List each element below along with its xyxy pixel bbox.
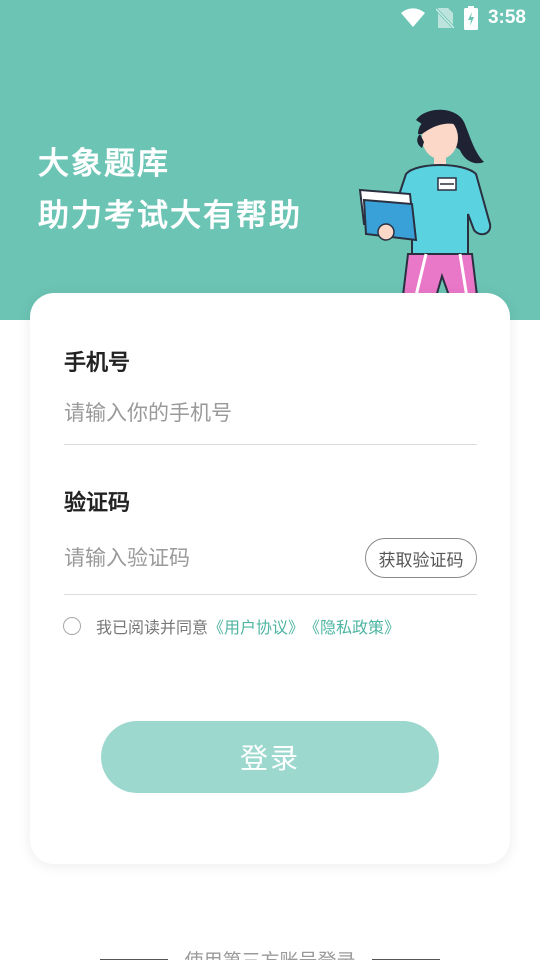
get-code-button[interactable]: 获取验证码 (365, 538, 477, 578)
code-divider (64, 594, 477, 595)
code-input[interactable] (64, 538, 354, 578)
right-divider (371, 958, 440, 960)
privacy-policy-link[interactable]: 《隐私政策》 (304, 614, 400, 638)
no-sim-icon (435, 7, 454, 29)
login-card: 手机号 验证码 获取验证码 我已阅读并同意 《用户协议》 《隐私政策》 登录 (30, 293, 510, 864)
slogan-title: 大象题库 (38, 146, 170, 182)
third-party-text: 使用第三方账号登录 (184, 946, 355, 960)
wifi-icon (400, 8, 426, 28)
third-party-login: 使用第三方账号登录 (0, 944, 540, 960)
agreement-checkbox[interactable] (63, 617, 81, 635)
phone-label: 手机号 (64, 351, 131, 376)
slogan: 大象题库 助力考试大有帮助 (38, 138, 302, 242)
status-time: 3:58 (487, 7, 526, 28)
agreement-text: 我已阅读并同意 (96, 618, 209, 637)
left-divider (100, 958, 169, 960)
status-bar: 3:58 (0, 0, 540, 36)
agreement-row: 我已阅读并同意 《用户协议》 《隐私政策》 (63, 614, 400, 638)
login-button[interactable]: 登录 (101, 721, 439, 793)
phone-input[interactable] (64, 393, 477, 433)
slogan-subtitle: 助力考试大有帮助 (38, 198, 302, 234)
phone-divider (64, 444, 477, 445)
battery-charging-icon (463, 6, 478, 30)
girl-reading-illustration (356, 104, 516, 320)
code-label: 验证码 (64, 491, 131, 516)
user-agreement-link[interactable]: 《用户协议》 (208, 614, 304, 638)
